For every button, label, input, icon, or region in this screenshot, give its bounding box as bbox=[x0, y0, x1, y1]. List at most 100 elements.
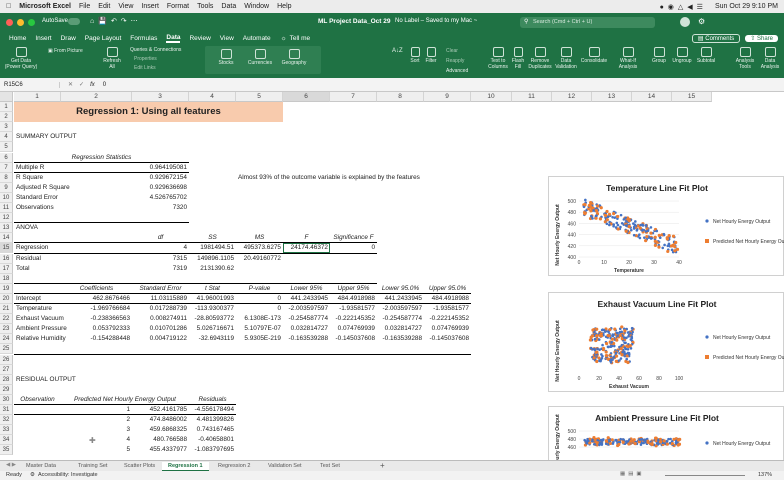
chart-1[interactable]: Temperature Line Fit Plot Net Hourly Ener… bbox=[548, 176, 784, 276]
row-header[interactable]: 7 bbox=[0, 162, 13, 173]
row-header[interactable]: 19 bbox=[0, 283, 13, 294]
remove-duplicates-button[interactable]: Remove Duplicates bbox=[526, 47, 554, 70]
row-header[interactable]: 34 bbox=[0, 435, 13, 446]
column-header[interactable]: 4 bbox=[189, 92, 236, 102]
coef-header[interactable]: t Stat bbox=[191, 284, 234, 294]
resid-value[interactable]: -1.083797695 bbox=[191, 445, 234, 455]
chart-2[interactable]: Exhaust Vacuum Line Fit Plot Net Hourly E… bbox=[548, 292, 784, 392]
data-validation-button[interactable]: Data Validation bbox=[554, 47, 578, 70]
formula-accept-icon[interactable]: ✓ bbox=[79, 81, 84, 88]
column-header[interactable]: 8 bbox=[377, 92, 424, 102]
reg-stat-label[interactable]: Adjusted R Square bbox=[16, 183, 130, 193]
tab-data[interactable]: Data bbox=[166, 34, 181, 43]
reg-stat-value[interactable]: 7320 bbox=[134, 203, 187, 213]
row-header[interactable]: 33 bbox=[0, 425, 13, 436]
reg-stat-label[interactable]: R Square bbox=[16, 173, 130, 183]
search-box[interactable]: ⚲ Search (Cmd + Ctrl + U) bbox=[520, 17, 655, 28]
coef-value[interactable]: -0.254587774 bbox=[379, 314, 422, 324]
coef-value[interactable]: -0.145037608 bbox=[332, 334, 375, 344]
chart-3[interactable]: Ambient Pressure Line Fit Plot Net Hourly… bbox=[548, 406, 784, 460]
zoom-level[interactable]: 137% bbox=[758, 472, 772, 478]
column-header[interactable]: 6 bbox=[283, 92, 330, 102]
row-header[interactable]: 20 bbox=[0, 293, 13, 304]
reg-stat-label[interactable]: Observations bbox=[16, 203, 130, 213]
coef-value[interactable]: 0.017288739 bbox=[134, 304, 187, 314]
row-header[interactable]: 15 bbox=[0, 243, 13, 254]
coef-header[interactable]: Upper 95.0% bbox=[426, 284, 469, 294]
column-header[interactable]: 3 bbox=[132, 92, 189, 102]
advanced-button[interactable]: Advanced bbox=[446, 68, 468, 74]
resid-observation[interactable]: 2 bbox=[63, 415, 130, 425]
coef-value[interactable]: -0.222145352 bbox=[426, 314, 469, 324]
coef-value[interactable]: -1.93581577 bbox=[332, 304, 375, 314]
analysis-tools-button[interactable]: Analysis Tools bbox=[733, 47, 757, 70]
row-header[interactable]: 2 bbox=[0, 112, 13, 123]
stocks-button[interactable]: Stocks bbox=[210, 49, 242, 66]
anova-value[interactable]: 7315 bbox=[134, 254, 187, 264]
tab-formulas[interactable]: Formulas bbox=[130, 35, 157, 42]
coef-value[interactable]: 0.074769939 bbox=[332, 324, 375, 334]
sheet-title[interactable]: Regression 1: Using all features bbox=[16, 102, 281, 122]
close-window-button[interactable] bbox=[6, 19, 13, 26]
app-menu[interactable]: Microsoft Excel bbox=[19, 3, 71, 10]
tab-insert[interactable]: Insert bbox=[35, 35, 51, 42]
sheet-nav-icons[interactable]: ◀ ▶ bbox=[6, 462, 16, 468]
sheet-tab[interactable]: Regression 2 bbox=[212, 462, 256, 471]
coef-value[interactable]: 441.2433945 bbox=[285, 294, 328, 304]
column-header[interactable]: 7 bbox=[330, 92, 377, 102]
menu-tools[interactable]: Tools bbox=[197, 3, 213, 10]
resid-value[interactable]: 4.481399826 bbox=[191, 415, 234, 425]
tab-draw[interactable]: Draw bbox=[61, 35, 76, 42]
account-icon[interactable] bbox=[680, 17, 690, 27]
reg-stats-title[interactable]: Regression Statistics bbox=[16, 153, 187, 163]
tab-home[interactable]: Home bbox=[9, 35, 26, 42]
anova-value[interactable]: 7319 bbox=[134, 264, 187, 274]
coef-value[interactable]: 5.026716671 bbox=[191, 324, 234, 334]
column-header[interactable]: 13 bbox=[592, 92, 632, 102]
get-data-button[interactable]: Get Data (Power Query) bbox=[4, 47, 38, 70]
resid-header[interactable]: Observation bbox=[16, 395, 59, 405]
resid-observation[interactable]: 4 bbox=[63, 435, 130, 445]
reg-stat-label[interactable]: Multiple R bbox=[16, 163, 130, 173]
row-header[interactable]: 17 bbox=[0, 263, 13, 274]
reg-stat-value[interactable]: 0.929636698 bbox=[134, 183, 187, 193]
resid-predicted[interactable]: 455.4337977 bbox=[134, 445, 187, 455]
data-analysis-button[interactable]: Data Analysis bbox=[757, 47, 783, 70]
coef-value[interactable]: -32.6943119 bbox=[191, 334, 234, 344]
coef-value[interactable]: 11.03115889 bbox=[134, 294, 187, 304]
coef-row-label[interactable]: Ambient Pressure bbox=[16, 324, 67, 334]
sheet-tab[interactable]: Training Set bbox=[72, 462, 113, 471]
resid-predicted[interactable]: 459.6868325 bbox=[134, 425, 187, 435]
coef-value[interactable]: -0.222145352 bbox=[332, 314, 375, 324]
autosave-toggle[interactable] bbox=[68, 18, 80, 25]
row-header[interactable]: 10 bbox=[0, 192, 13, 203]
queries-connections-button[interactable]: Queries & Connections bbox=[130, 47, 181, 53]
coef-value[interactable]: -0.254587774 bbox=[285, 314, 328, 324]
sheet-tab[interactable]: Master Data bbox=[20, 462, 62, 471]
resid-predicted[interactable]: 474.8486002 bbox=[134, 415, 187, 425]
view-buttons[interactable]: ▦▤▣ bbox=[620, 471, 645, 477]
summary-output-label[interactable]: SUMMARY OUTPUT bbox=[16, 132, 130, 142]
settings-icon[interactable]: ⚙ bbox=[698, 17, 705, 26]
tab-automate[interactable]: Automate bbox=[243, 35, 271, 42]
coef-header[interactable]: Standard Error bbox=[134, 284, 187, 294]
menu-insert[interactable]: Insert bbox=[141, 3, 159, 10]
anova-header[interactable]: F bbox=[285, 233, 328, 243]
row-header[interactable]: 18 bbox=[0, 273, 13, 284]
what-if-button[interactable]: What-If Analysis bbox=[614, 47, 642, 70]
sort-button[interactable]: Sort bbox=[408, 47, 422, 64]
sort-az-icon[interactable]: A↓Z bbox=[392, 48, 403, 54]
coef-value[interactable]: 484.4918988 bbox=[332, 294, 375, 304]
row-header[interactable]: 25 bbox=[0, 344, 13, 355]
coef-row-label[interactable]: Relative Humidity bbox=[16, 334, 66, 344]
comments-button[interactable]: ▤ Comments bbox=[691, 33, 741, 43]
menu-format[interactable]: Format bbox=[167, 3, 189, 10]
coef-value[interactable]: 0.074769939 bbox=[426, 324, 469, 334]
row-header[interactable]: 5 bbox=[0, 142, 13, 153]
anova-value[interactable] bbox=[285, 254, 328, 264]
coef-value[interactable]: 6.1308E-173 bbox=[238, 314, 281, 324]
coef-value[interactable]: -1.93581577 bbox=[426, 304, 469, 314]
coef-value[interactable]: -0.238366563 bbox=[63, 314, 130, 324]
anova-row-label[interactable]: Residual bbox=[16, 254, 59, 264]
menu-data[interactable]: Data bbox=[221, 3, 236, 10]
